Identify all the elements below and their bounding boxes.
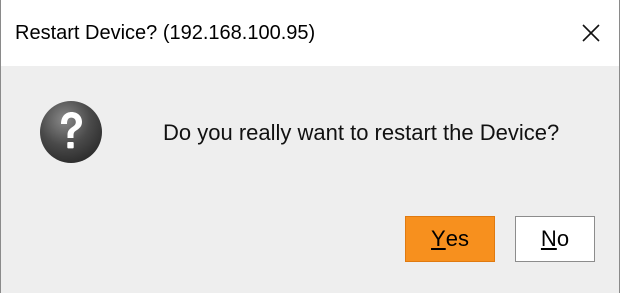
question-mark-icon bbox=[39, 100, 103, 164]
dialog-body: Do you really want to restart the Device… bbox=[1, 66, 619, 293]
title-bar[interactable]: Restart Device? (192.168.100.95) bbox=[1, 0, 619, 66]
close-icon bbox=[581, 23, 601, 43]
close-button[interactable] bbox=[563, 0, 619, 66]
yes-button-mnemonic: Y bbox=[431, 226, 446, 251]
no-button-mnemonic: N bbox=[540, 226, 557, 251]
no-button[interactable]: No bbox=[515, 216, 595, 262]
no-button-label: o bbox=[556, 226, 570, 251]
yes-button-label: es bbox=[445, 226, 469, 251]
dialog-title: Restart Device? (192.168.100.95) bbox=[15, 22, 316, 44]
dialog-message: Do you really want to restart the Device… bbox=[163, 120, 560, 145]
yes-button[interactable]: Yes bbox=[405, 216, 495, 262]
restart-device-dialog: Restart Device? (192.168.100.95) Do you … bbox=[0, 0, 620, 293]
